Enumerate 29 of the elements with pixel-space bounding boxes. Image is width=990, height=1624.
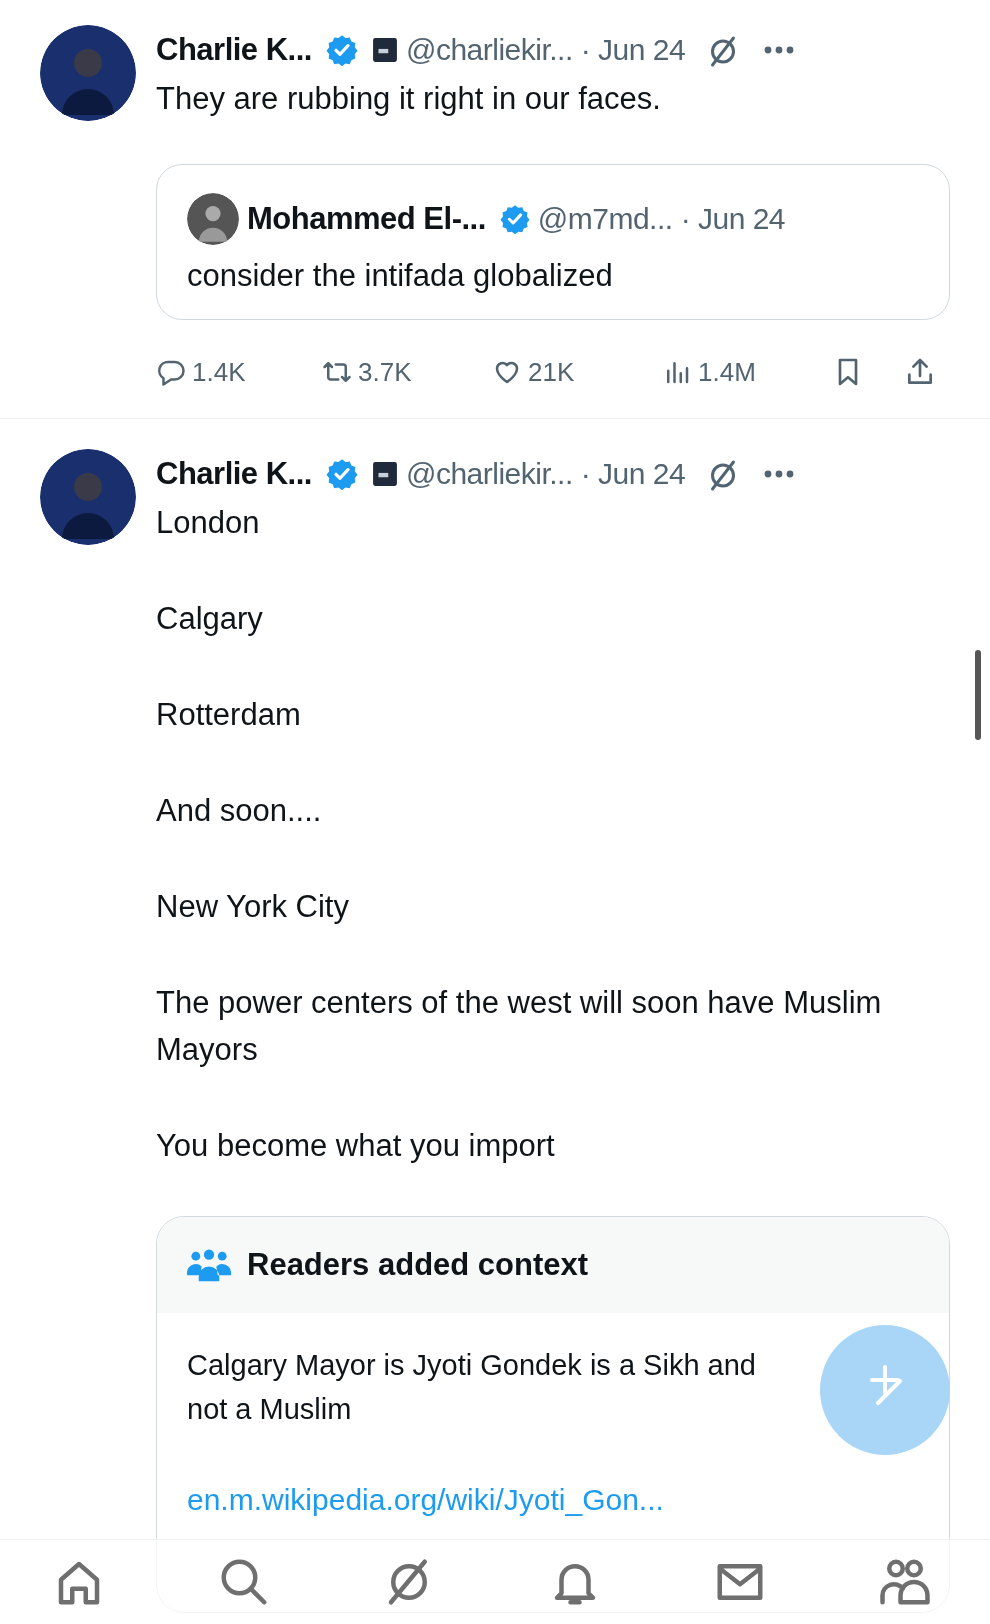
repost-button[interactable]: 3.7K xyxy=(322,356,412,388)
note-title: Readers added context xyxy=(247,1247,589,1283)
post-date[interactable]: · Jun 24 xyxy=(680,202,786,236)
quoted-post-card[interactable]: Mohammed El-... @m7md... · Jun 24 consider the intifada globalized xyxy=(156,164,950,320)
note-text: Calgary Mayor is Jyoti Gondek is a Sikh and not a Muslim xyxy=(187,1348,757,1427)
more-icon[interactable] xyxy=(763,469,796,479)
more-icon[interactable] xyxy=(763,45,796,55)
views-button[interactable]: 1.4M xyxy=(662,356,756,388)
author-name[interactable]: Mohammed El-... xyxy=(247,201,486,237)
post-text: London xyxy=(156,504,261,542)
post-text: Rotterdam xyxy=(156,696,302,734)
user-handle[interactable]: @m7md... xyxy=(537,202,673,236)
post-text: They are rubbing it right in our faces. xyxy=(156,80,662,118)
user-handle[interactable]: @charliekir... xyxy=(405,457,573,491)
reply-button[interactable]: 1.4K xyxy=(156,356,246,388)
post-text: Calgary xyxy=(156,600,264,638)
post-date[interactable]: · Jun 24 xyxy=(580,457,686,491)
quoted-post-text: consider the intifada globalized xyxy=(187,257,614,295)
people-icon xyxy=(187,1248,231,1282)
post-text: You become what you import xyxy=(156,1127,556,1165)
post-text: And soon.... xyxy=(156,792,323,830)
post-date[interactable]: · Jun 24 xyxy=(580,33,686,67)
post-text: The power centers of the west will soon have Muslim Mayors xyxy=(156,984,883,1069)
user-handle[interactable]: @charliekir... xyxy=(405,33,573,67)
like-button[interactable]: 21K xyxy=(492,356,575,388)
avatar xyxy=(187,193,239,245)
author-name[interactable]: Charlie K... xyxy=(156,32,312,68)
author-name[interactable]: Charlie K... xyxy=(156,456,312,492)
post-text: New York City xyxy=(156,888,350,926)
